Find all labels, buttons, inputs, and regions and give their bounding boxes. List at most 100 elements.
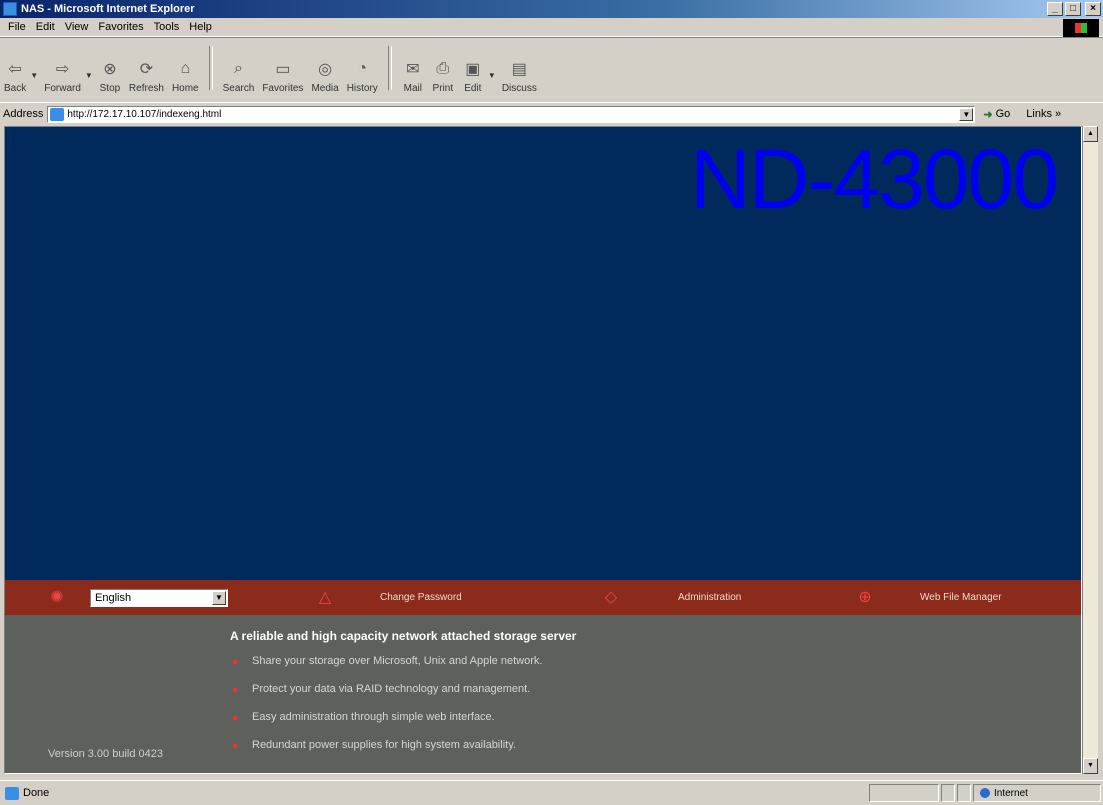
discuss-icon: ▤ [511, 61, 527, 78]
back-arrow-icon: ⇦ [8, 61, 22, 78]
back-button[interactable]: ⇦ Back [0, 42, 30, 98]
forward-dropdown-icon[interactable]: ▼ [85, 42, 95, 98]
favorites-button[interactable]: ▭ Favorites [258, 42, 307, 98]
close-button[interactable]: × [1085, 2, 1101, 16]
refresh-button[interactable]: ⟳ Refresh [125, 42, 168, 98]
home-button[interactable]: ⌂ Home [168, 42, 203, 98]
discuss-label: Discuss [501, 83, 537, 94]
page-viewport: ND-43000 ✺ English ▼ △ Change Password ◇… [4, 126, 1082, 774]
administration-link[interactable]: Administration [678, 592, 741, 603]
feature-list: Share your storage over Microsoft, Unix … [230, 655, 542, 767]
toolbar: ⇦ Back ▼ ⇨ Forward ▼ ⊗ Stop ⟳ Refresh ⌂ … [0, 37, 1103, 98]
status-pane-extra [957, 784, 971, 802]
feature-item: Redundant power supplies for high system… [230, 739, 542, 767]
minimize-button[interactable]: _ [1047, 2, 1063, 16]
print-button[interactable]: ⎙ Print [428, 42, 458, 98]
menu-help[interactable]: Help [189, 21, 212, 33]
favorites-folder-icon: ▭ [275, 61, 291, 78]
forward-label: Forward [44, 83, 81, 94]
stop-button[interactable]: ⊗ Stop [95, 42, 125, 98]
globe-icon: ⊕ [858, 589, 872, 606]
go-label: Go [995, 108, 1011, 120]
language-value: English [95, 592, 132, 604]
windows-logo-icon [1063, 19, 1099, 37]
toolbar-separator [387, 46, 392, 90]
media-button[interactable]: ◎ Media [307, 42, 342, 98]
window-title: NAS - Microsoft Internet Explorer [21, 3, 195, 15]
change-password-link[interactable]: Change Password [380, 592, 462, 603]
zone-label: Internet [994, 787, 1028, 799]
media-label: Media [311, 83, 339, 94]
go-button[interactable]: ➜ Go [983, 108, 1010, 121]
feature-item: Share your storage over Microsoft, Unix … [230, 655, 542, 683]
links-button[interactable]: Links » [1026, 108, 1061, 120]
search-icon: ⌕ [233, 60, 243, 77]
title-bar: NAS - Microsoft Internet Explorer _ □ × [0, 0, 1103, 18]
menu-tools[interactable]: Tools [154, 21, 180, 33]
print-icon: ⎙ [436, 60, 450, 77]
forward-button[interactable]: ⇨ Forward [40, 42, 85, 98]
language-dropdown-icon[interactable]: ▼ [212, 591, 226, 605]
address-dropdown-icon[interactable]: ▼ [959, 107, 974, 121]
menu-bar: File Edit View Favorites Tools Help [0, 18, 1103, 37]
mail-button[interactable]: ✉ Mail [398, 42, 428, 98]
stop-icon: ⊗ [103, 61, 117, 78]
history-label: History [346, 83, 378, 94]
gear-icon: ✺ [50, 589, 64, 606]
status-pane-empty [869, 784, 939, 802]
edit-button[interactable]: ▣ Edit [458, 42, 488, 98]
language-select[interactable]: English ▼ [90, 589, 228, 607]
ie-icon [3, 2, 17, 16]
back-label: Back [4, 83, 27, 94]
zone-pane: Internet [973, 784, 1101, 802]
go-arrow-icon: ➜ [983, 108, 993, 121]
address-label: Address [3, 108, 44, 120]
scroll-down-icon[interactable]: ▼ [1083, 758, 1098, 774]
stop-label: Stop [99, 83, 121, 94]
product-name: ND-43000 [690, 132, 1059, 226]
page-done-icon [5, 786, 19, 800]
menu-favorites[interactable]: Favorites [98, 21, 143, 33]
status-panes: Internet [869, 784, 1101, 802]
address-bar: Address http://172.17.10.107/indexeng.ht… [0, 102, 1103, 125]
maximize-button[interactable]: □ [1065, 2, 1081, 16]
diamond-icon: ◇ [604, 589, 618, 606]
history-button[interactable]: ◔ History [343, 42, 382, 98]
search-button[interactable]: ⌕ Search [219, 42, 259, 98]
media-icon: ◎ [318, 61, 333, 78]
forward-arrow-icon: ⇨ [55, 61, 70, 78]
print-label: Print [432, 83, 454, 94]
tagline: A reliable and high capacity network att… [230, 629, 577, 643]
version-text: Version 3.00 build 0423 [48, 748, 163, 760]
menu-file[interactable]: File [8, 21, 26, 33]
address-input[interactable]: http://172.17.10.107/indexeng.html ▼ [47, 105, 976, 123]
status-bar: Done Internet [0, 780, 1103, 805]
address-url[interactable]: http://172.17.10.107/indexeng.html [67, 109, 221, 120]
discuss-button[interactable]: ▤ Discuss [498, 42, 541, 98]
refresh-label: Refresh [128, 83, 164, 94]
favorites-label: Favorites [262, 83, 304, 94]
mail-label: Mail [403, 83, 422, 94]
edit-dropdown-icon[interactable]: ▼ [488, 42, 498, 98]
warning-icon: △ [318, 589, 332, 606]
back-dropdown-icon[interactable]: ▼ [30, 42, 40, 98]
nav-bar: ✺ English ▼ △ Change Password ◇ Administ… [5, 580, 1081, 615]
web-file-manager-link[interactable]: Web File Manager [920, 592, 1002, 603]
vertical-scrollbar[interactable]: ▲ ▼ [1082, 126, 1098, 774]
refresh-icon: ⟳ [139, 61, 154, 78]
internet-zone-icon [980, 788, 990, 798]
search-label: Search [222, 83, 255, 94]
menu-edit[interactable]: Edit [36, 21, 55, 33]
mail-icon: ✉ [406, 61, 420, 78]
info-panel: A reliable and high capacity network att… [5, 615, 1081, 773]
window-controls: _ □ × [1047, 2, 1101, 16]
status-text: Done [23, 787, 50, 799]
home-icon: ⌂ [180, 60, 191, 77]
menu-view[interactable]: View [65, 21, 89, 33]
feature-item: Easy administration through simple web i… [230, 711, 542, 739]
page-icon [50, 107, 65, 121]
history-icon: ◔ [357, 60, 368, 77]
home-label: Home [171, 83, 199, 94]
scroll-up-icon[interactable]: ▲ [1083, 126, 1098, 142]
edit-icon: ▣ [465, 61, 481, 78]
